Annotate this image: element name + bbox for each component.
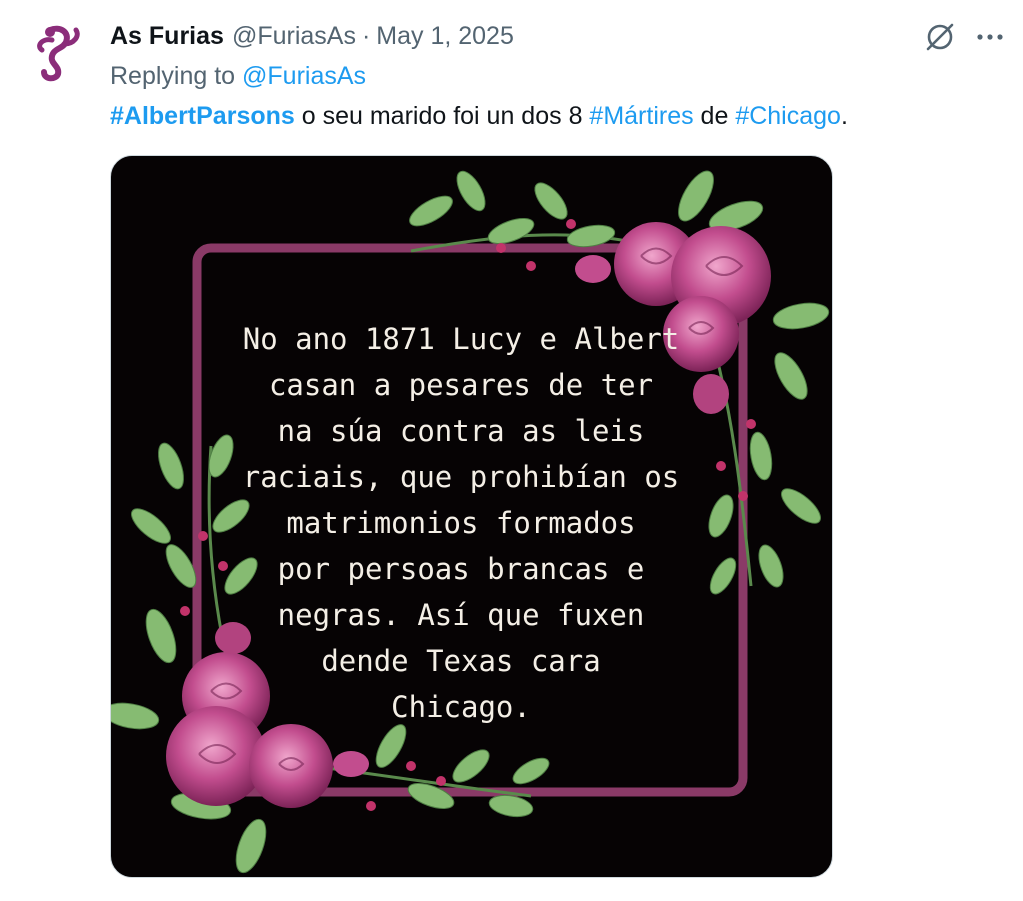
hashtag-link[interactable]: #Chicago [735,102,841,130]
reply-mention-link[interactable]: @FuriasAs [242,62,366,90]
hashtag-link[interactable]: #AlbertParsons [110,102,295,130]
tweet-header: As Furias @FuriasAs · May 1, 2025 [110,22,514,56]
tweet-date[interactable]: May 1, 2025 [376,22,514,51]
avatar[interactable] [30,22,90,82]
tweet-text-part: de [693,102,736,130]
tweet-text: #AlbertParsons o seu marido foi un dos 8… [110,102,848,131]
tweet-text-part: o seu marido foi un dos 8 [294,102,590,130]
author-display-name[interactable]: As Furias [110,22,224,51]
tweet-media-image[interactable]: No ano 1871 Lucy e Albert casan a pesare… [110,155,833,878]
replying-prefix: Replying to [110,62,236,90]
more-icon[interactable] [975,22,1005,52]
hashtag-link[interactable]: #Mártires [589,102,693,130]
tweet-text-part: . [840,102,848,130]
separator-dot: · [361,22,371,50]
tweet-actions [923,20,1005,54]
replying-to: Replying to @FuriasAs [110,62,366,91]
image-text: No ano 1871 Lucy e Albert casan a pesare… [242,322,680,724]
grok-icon[interactable] [923,20,957,54]
purple-figure-logo-icon [37,25,80,82]
author-handle[interactable]: @FuriasAs [232,22,356,51]
